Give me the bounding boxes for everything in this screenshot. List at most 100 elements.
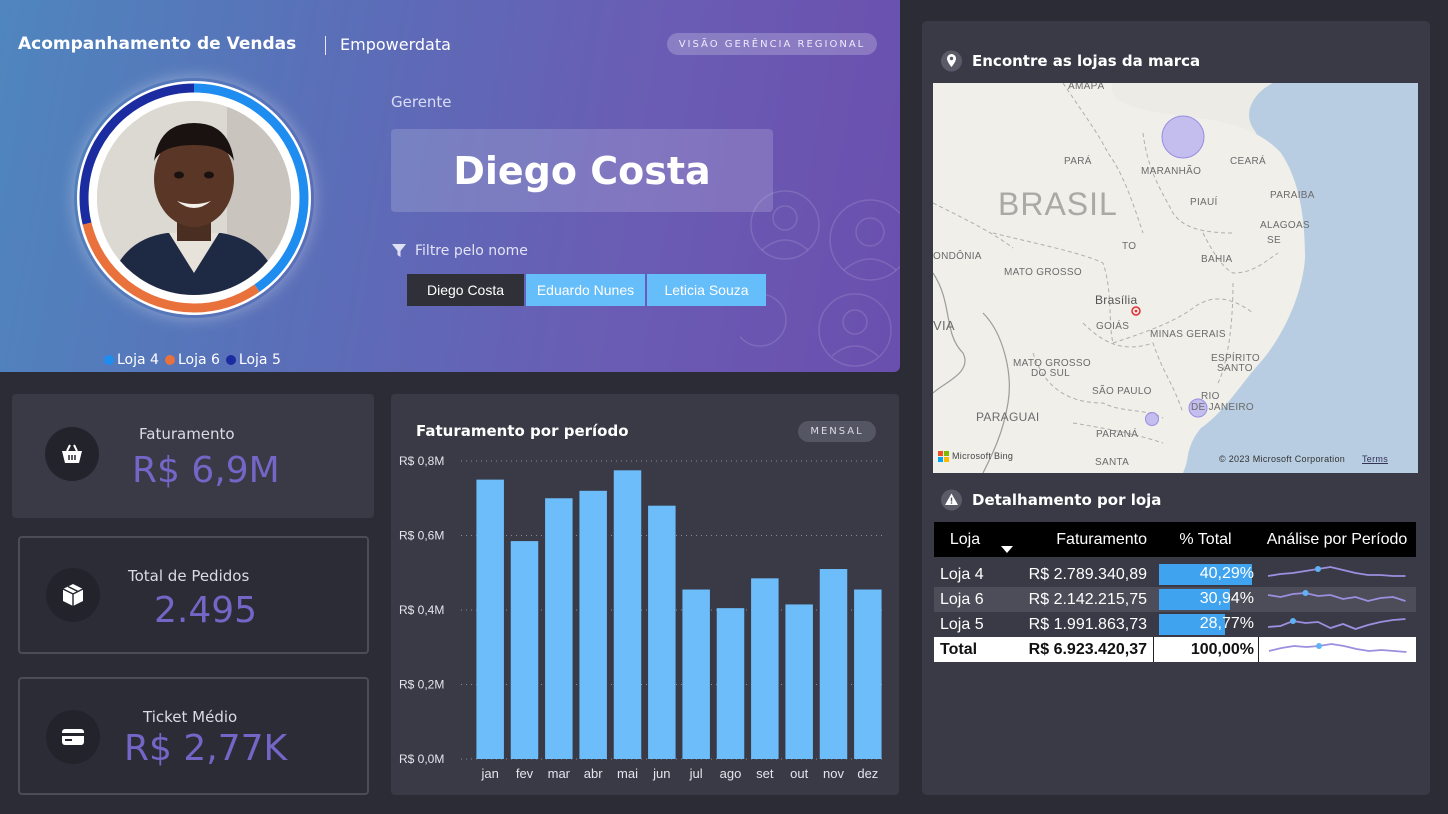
- map-label: SE: [1267, 235, 1281, 246]
- bar-jul[interactable]: [682, 589, 710, 759]
- y-tick-label: R$ 0,4M: [399, 603, 444, 617]
- column-header-loja[interactable]: Loja: [934, 531, 996, 549]
- map-label: Brasília: [1095, 293, 1138, 307]
- location-pin-icon: [941, 50, 962, 72]
- bar-abr[interactable]: [579, 490, 607, 759]
- total-label: Total: [940, 640, 978, 658]
- row-pct: 40,29%: [1153, 562, 1258, 587]
- view-badge: VISÃO GERÊNCIA REGIONAL: [667, 33, 877, 55]
- manager-label: Gerente: [391, 93, 452, 111]
- bar-set[interactable]: [751, 578, 779, 759]
- row-loja: Loja 5: [940, 615, 984, 633]
- column-header-faturamento[interactable]: Faturamento: [996, 522, 1153, 557]
- column-header-analise[interactable]: Análise por Período: [1258, 522, 1416, 557]
- map-label: TO: [1122, 241, 1137, 252]
- store-legend: Loja 4 Loja 6 Loja 5: [104, 352, 281, 368]
- bar-mai[interactable]: [613, 470, 642, 759]
- filter-label: Filtre pelo nome: [415, 243, 528, 259]
- page-title: Acompanhamento de Vendas: [18, 34, 297, 54]
- map-label: MARANHÃO: [1141, 166, 1202, 177]
- bar-ago[interactable]: [716, 608, 745, 759]
- total-faturamento: R$ 6.923.420,37: [1028, 640, 1147, 658]
- x-tick-label: mai: [617, 766, 638, 781]
- total-sparkline: [1258, 637, 1416, 662]
- x-tick-label: fev: [516, 766, 534, 781]
- table-row[interactable]: Loja 5 R$ 1.991.863,73 28,77%: [934, 612, 1416, 637]
- x-tick-label: jun: [652, 766, 670, 781]
- kpi-value: R$ 6,9M: [132, 450, 280, 491]
- bar-dez[interactable]: [854, 589, 882, 759]
- manager-banner: Acompanhamento de Vendas Empowerdata VIS…: [0, 0, 900, 372]
- x-tick-label: ago: [720, 766, 742, 781]
- map-label: PARAIBA: [1270, 190, 1315, 201]
- map-label: AMAPÁ: [1068, 83, 1105, 92]
- slicer-option-leticia-souza[interactable]: Leticia Souza: [647, 274, 766, 306]
- kpi-value: 2.495: [154, 590, 258, 631]
- revenue-bar-chart: R$ 0,0M R$ 0,2M R$ 0,4M R$ 0,6M R$ 0,8M jan fe…: [399, 454, 883, 781]
- table-total-row: Total R$ 6.923.420,37 100,00%: [934, 637, 1416, 662]
- x-tick-label: dez: [857, 766, 878, 781]
- map-label: CEARÁ: [1230, 156, 1266, 167]
- bar-fev[interactable]: [510, 541, 539, 759]
- map-label: DO SUL: [1031, 368, 1071, 379]
- y-tick-label: R$ 0,0M: [399, 752, 444, 766]
- map-title: Encontre as lojas da marca: [941, 50, 1200, 72]
- map-copyright: © 2023 Microsoft Corporation: [1219, 454, 1346, 464]
- map-label: PARÁ: [1064, 156, 1092, 167]
- bar-nov[interactable]: [819, 569, 848, 759]
- filter-icon: [392, 244, 406, 257]
- map-label: SÃO PAULO: [1092, 386, 1152, 397]
- bar-jun[interactable]: [648, 505, 676, 759]
- map-label: PARAGUAI: [976, 410, 1040, 424]
- slicer-option-diego-costa[interactable]: Diego Costa: [407, 274, 524, 306]
- company-name: Empowerdata: [340, 35, 451, 54]
- manager-name: Diego Costa: [391, 129, 773, 212]
- map-label: DE JANEIRO: [1191, 402, 1255, 413]
- map-label: ONDÔNIA: [933, 251, 982, 262]
- row-loja: Loja 4: [940, 565, 984, 583]
- manager-slicer: Diego Costa Eduardo Nunes Leticia Souza: [407, 274, 766, 306]
- row-pct: 30,94%: [1153, 587, 1258, 612]
- warning-icon: [941, 489, 962, 511]
- map-label: SANTA: [1095, 457, 1130, 468]
- kpi-label: Total de Pedidos: [128, 567, 250, 585]
- legend-item-loja-4: Loja 4: [104, 352, 159, 368]
- sort-descending-icon: [1001, 546, 1013, 553]
- bar-jan[interactable]: [476, 479, 504, 759]
- column-header-pct-total[interactable]: % Total: [1153, 522, 1258, 557]
- map-label: PIAUÍ: [1190, 197, 1218, 208]
- map-label: GOIÁS: [1096, 321, 1130, 332]
- row-sparkline: [1258, 612, 1416, 637]
- kpi-card-total-pedidos: Total de Pedidos 2.495: [18, 536, 369, 654]
- map-label: MINAS GERAIS: [1150, 329, 1226, 340]
- manager-avatar: [97, 101, 291, 295]
- slicer-option-eduardo-nunes[interactable]: Eduardo Nunes: [526, 274, 645, 306]
- map-label: SANTO: [1217, 363, 1253, 374]
- kpi-card-faturamento: Faturamento R$ 6,9M: [12, 394, 374, 518]
- map-label: ALAGOAS: [1260, 220, 1310, 231]
- legend-item-loja-5: Loja 5: [225, 352, 281, 368]
- map-terms-link[interactable]: Terms: [1362, 454, 1388, 464]
- stores-map[interactable]: AMAPÁ PARÁ MARANHÃO CEARÁ BRASIL PIAUÍ P…: [933, 83, 1418, 473]
- filter-header: Filtre pelo nome: [391, 243, 528, 259]
- table-row[interactable]: Loja 4 R$ 2.789.340,89 40,29%: [934, 562, 1416, 587]
- bar-out[interactable]: [785, 604, 813, 759]
- x-tick-label: nov: [823, 766, 844, 781]
- table-row[interactable]: Loja 6 R$ 2.142.215,75 30,94%: [934, 587, 1416, 612]
- table-header: Loja Faturamento % Total Análise por Per…: [934, 522, 1416, 557]
- legend-item-loja-6: Loja 6: [164, 352, 220, 368]
- y-tick-label: R$ 0,2M: [399, 678, 444, 692]
- basket-icon: [45, 427, 99, 481]
- table-title: Detalhamento por loja: [941, 489, 1161, 511]
- store-detail-table: Loja Faturamento % Total Análise por Per…: [934, 522, 1416, 662]
- map-label: BRASIL: [998, 186, 1118, 222]
- bar-mar[interactable]: [545, 498, 573, 759]
- kpi-card-ticket-medio: Ticket Médio R$ 2,77K: [18, 677, 369, 795]
- kpi-label: Ticket Médio: [143, 708, 238, 726]
- kpi-label: Faturamento: [139, 425, 235, 443]
- x-tick-label: set: [756, 766, 774, 781]
- y-tick-label: R$ 0,6M: [399, 529, 444, 543]
- row-pct: 28,77%: [1153, 612, 1258, 637]
- map-label: BAHIA: [1201, 254, 1233, 265]
- x-tick-label: jan: [480, 766, 498, 781]
